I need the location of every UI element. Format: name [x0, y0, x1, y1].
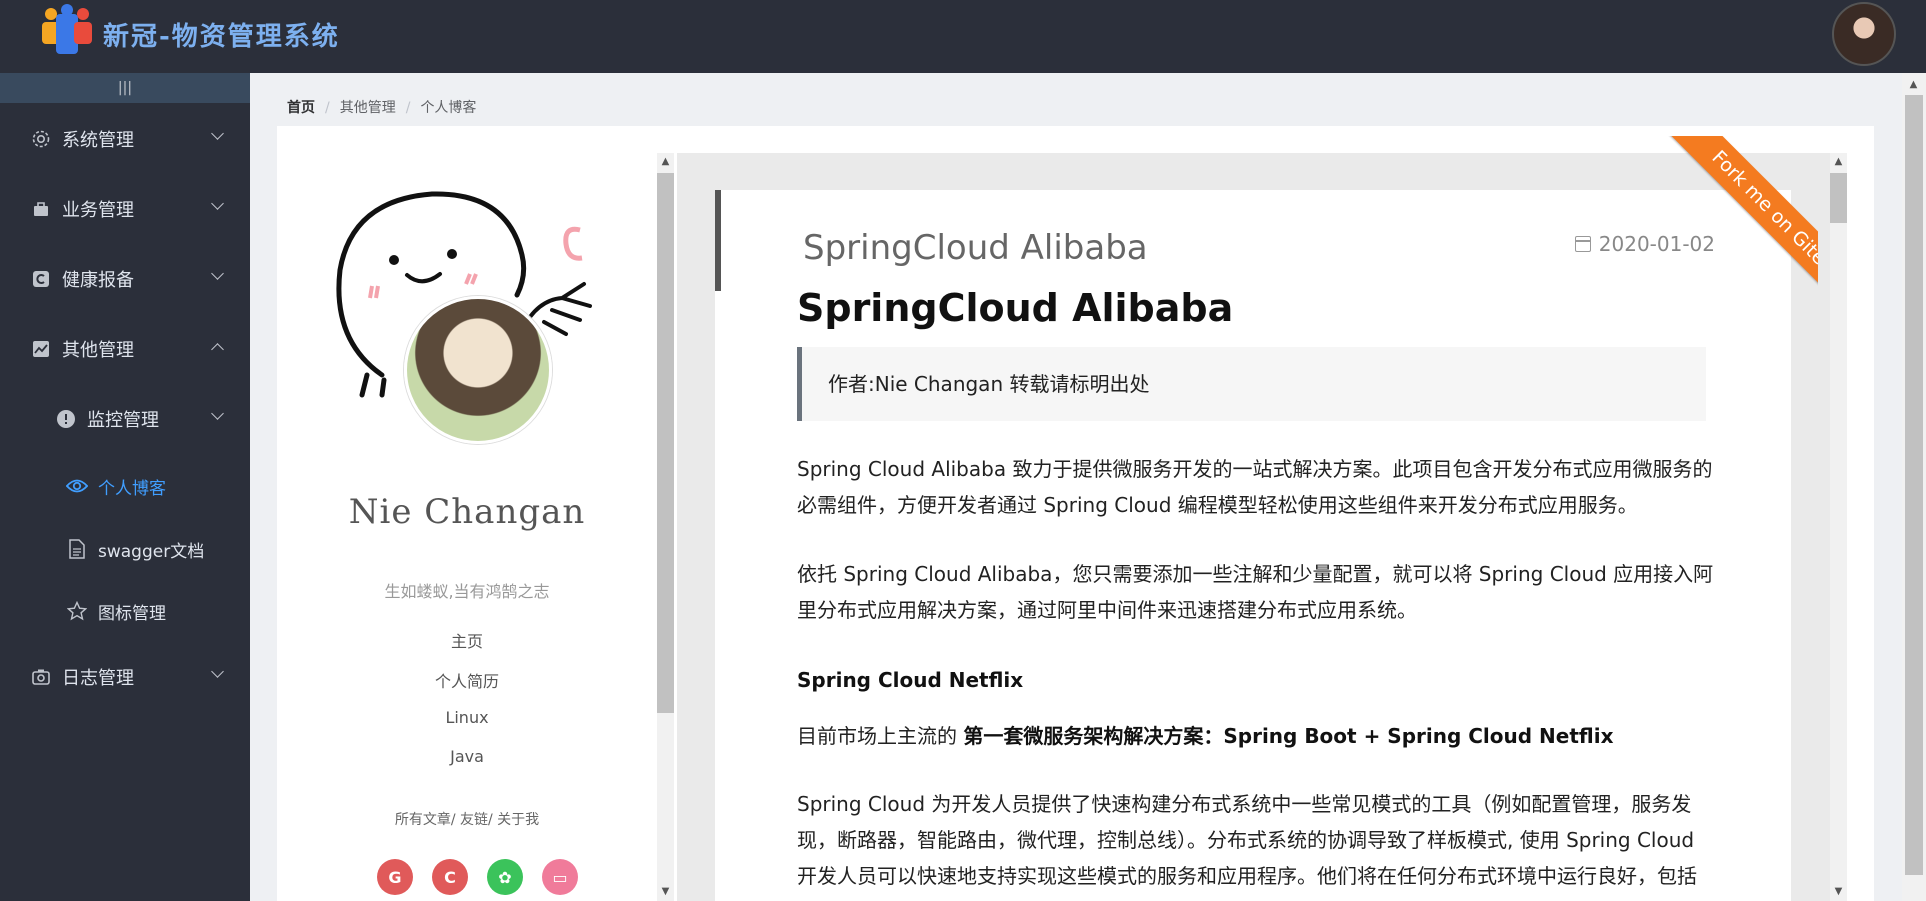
article-paragraph: 依托 Spring Cloud Alibaba，您只需要添加一些注解和少量配置，…	[797, 562, 1714, 622]
app-title: 新冠-物资管理系统	[103, 22, 340, 52]
sidebar-item-health[interactable]: 健康报备	[0, 251, 250, 307]
breadcrumb-home[interactable]: 首页	[287, 97, 315, 117]
author-quote: 作者:Nie Changan 转载请标明出处	[797, 347, 1706, 421]
star-icon	[66, 600, 88, 622]
camera-icon	[30, 666, 52, 688]
article-paragraph: Spring Cloud 为开发人员提供了快速构建分布式系统中一些常见模式的工具…	[797, 792, 1697, 888]
breadcrumb-current: 个人博客	[420, 100, 477, 116]
calendar-icon	[1574, 236, 1591, 252]
csdn-icon[interactable]: C	[432, 859, 468, 895]
eye-icon	[66, 475, 88, 497]
section-heading: Spring Cloud Netflix	[797, 668, 1024, 692]
sidebar-item-label: 业务管理	[62, 200, 134, 221]
article-heading: SpringCloud Alibaba	[797, 286, 1234, 330]
scroll-up-arrow[interactable]: ▲	[1830, 153, 1847, 170]
scrollbar-thumb[interactable]	[657, 173, 674, 713]
fork-ribbon-label[interactable]: Fork me on Gitee	[1661, 136, 1818, 324]
sidebar-item-other[interactable]: 其他管理	[0, 321, 250, 377]
sidebar-item-label: 系统管理	[62, 130, 134, 151]
gear-icon	[30, 128, 52, 150]
article-paragraph: Spring Cloud Alibaba 致力于提供微服务开发的一站式解决方案。…	[797, 457, 1713, 517]
sidebar-item-icons[interactable]: 图标管理	[0, 583, 250, 639]
chevron-down-icon	[211, 127, 224, 140]
chevron-down-icon	[211, 665, 224, 678]
chevron-down-icon	[211, 267, 224, 280]
sidebar-item-swagger[interactable]: swagger文档	[0, 521, 250, 577]
scrollbar-thumb[interactable]	[1905, 95, 1923, 875]
document-icon	[66, 538, 88, 560]
sidebar-item-monitor[interactable]: 监控管理	[0, 391, 250, 447]
article-scrollbar[interactable]: ▲ ▼	[1830, 153, 1847, 901]
article-paragraph: 目前市场上主流的 第一套微服务架构解决方案：Spring Boot + Spri…	[797, 724, 1614, 748]
scrollbar-thumb[interactable]	[1830, 173, 1847, 223]
profile-footer-links[interactable]: 所有文章/ 友链/ 关于我	[277, 809, 657, 829]
bag-icon	[30, 198, 52, 220]
profile-motto: 生如蝼蚁,当有鸿鹄之志	[384, 582, 550, 601]
profile-name: Nie Changan	[348, 492, 586, 532]
sidebar-item-label: swagger文档	[98, 541, 205, 562]
sidebar-item-label: 健康报备	[62, 270, 134, 291]
sidebar-item-business[interactable]: 业务管理	[0, 181, 250, 237]
alert-icon	[55, 408, 77, 430]
chevron-down-icon	[211, 407, 224, 420]
profile-scrollbar[interactable]: ▲ ▼	[657, 153, 674, 901]
user-avatar[interactable]	[1832, 2, 1896, 66]
chevron-down-icon	[211, 197, 224, 210]
wechat-icon[interactable]: ✿	[487, 859, 523, 895]
sidebar-item-blog[interactable]: 个人博客	[0, 458, 250, 514]
profile-avatar	[404, 296, 552, 444]
sidebar-collapse-toggle[interactable]: |||	[0, 73, 250, 103]
scroll-down-arrow[interactable]: ▼	[1830, 883, 1847, 900]
title-accent-bar	[715, 190, 721, 291]
profile-link-home[interactable]: 主页	[277, 628, 657, 652]
sidebar-item-logs[interactable]: 日志管理	[0, 649, 250, 705]
health-icon	[30, 268, 52, 290]
sidebar: ||| 系统管理 业务管理 健康报备 其他管理 监控管理 个人博客 swagge…	[0, 73, 250, 901]
scroll-up-arrow[interactable]: ▲	[1905, 76, 1922, 93]
top-header: 新冠-物资管理系统	[0, 0, 1926, 73]
sidebar-item-label: 个人博客	[98, 478, 166, 499]
profile-link-resume[interactable]: 个人简历	[277, 668, 657, 692]
gitee-icon[interactable]: G	[377, 859, 413, 895]
breadcrumb-other[interactable]: 其他管理	[340, 97, 396, 117]
profile-panel: Nie Changan 生如蝼蚁,当有鸿鹄之志 主页 个人简历 Linux Ja…	[277, 126, 657, 901]
bilibili-icon[interactable]: ▭	[542, 859, 578, 895]
page-scrollbar[interactable]: ▲	[1902, 73, 1926, 901]
sidebar-item-label: 监控管理	[87, 410, 159, 431]
sidebar-item-system[interactable]: 系统管理	[0, 111, 250, 167]
chart-icon	[30, 338, 52, 360]
profile-link-linux[interactable]: Linux	[277, 708, 657, 727]
sidebar-item-label: 日志管理	[62, 668, 134, 689]
breadcrumb: 首页 / 其他管理 / 个人博客	[287, 97, 476, 117]
app-logo	[40, 4, 96, 58]
sidebar-item-label: 其他管理	[62, 340, 134, 361]
chevron-up-icon	[211, 343, 224, 356]
article-title[interactable]: SpringCloud Alibaba	[803, 228, 1148, 268]
fork-ribbon[interactable]: Fork me on Gitee	[1618, 136, 1818, 336]
scroll-down-arrow[interactable]: ▼	[657, 883, 674, 900]
profile-link-java[interactable]: Java	[277, 747, 657, 766]
sidebar-item-label: 图标管理	[98, 603, 166, 624]
scroll-up-arrow[interactable]: ▲	[657, 153, 674, 170]
